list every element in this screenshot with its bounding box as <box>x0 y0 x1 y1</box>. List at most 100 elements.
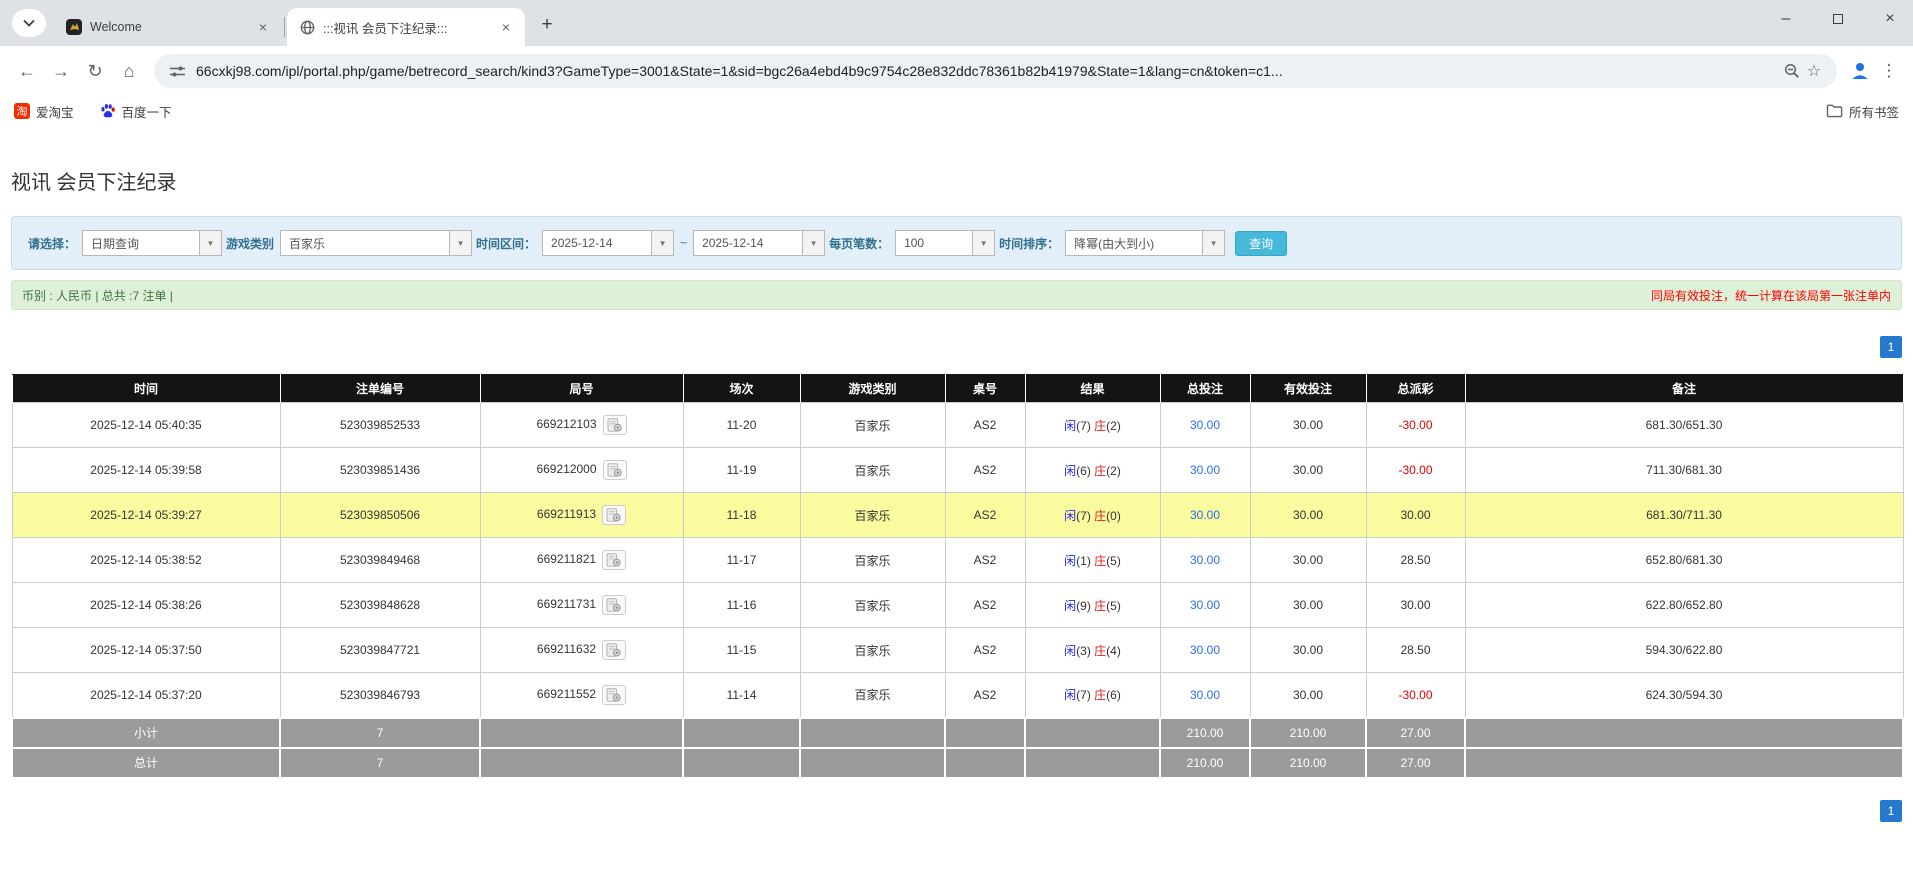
bet-amount-link[interactable]: 30.00 <box>1190 598 1220 612</box>
tab-close-icon[interactable]: × <box>254 18 272 36</box>
result-player-label: 闲 <box>1064 463 1077 478</box>
cell-total-bet: 30.00 <box>1159 402 1251 448</box>
video-record-icon[interactable] <box>602 684 627 705</box>
tab-search-button[interactable] <box>12 9 46 37</box>
page-size-select[interactable]: 100 ▼ <box>895 230 996 256</box>
bookmark-baidu[interactable]: 百度一下 <box>100 102 172 121</box>
result-banker-label: 庄 <box>1094 688 1107 703</box>
result-player-label: 闲 <box>1064 508 1077 523</box>
cell-game-type: 百家乐 <box>799 537 946 583</box>
cell-round-id <box>479 746 684 779</box>
video-record-icon[interactable] <box>602 505 627 525</box>
cell-result <box>1024 746 1161 779</box>
round-id-text: 669211821 <box>536 552 597 567</box>
cell-session: 11-18 <box>682 492 801 538</box>
bookmark-aitaobao[interactable]: 淘 爱淘宝 <box>14 102 74 121</box>
bet-amount-link[interactable]: 30.00 <box>1190 463 1220 477</box>
cell-remark: 711.30/681.30 <box>1464 447 1904 493</box>
sort-label: 时间排序： <box>999 236 1060 251</box>
video-record-icon[interactable] <box>602 550 627 570</box>
summary-label: 小计 <box>11 716 281 749</box>
cell-session: 11-14 <box>682 672 801 718</box>
bet-amount-link[interactable]: 30.00 <box>1190 508 1220 522</box>
sort-select[interactable]: 降幂(由大到小) ▼ <box>1065 230 1226 256</box>
zoom-icon[interactable] <box>1781 60 1803 82</box>
home-button[interactable]: ⌂ <box>112 54 146 88</box>
cell-valid-bet: 30.00 <box>1249 582 1367 628</box>
site-settings-icon[interactable] <box>166 60 188 82</box>
chevron-down-icon: ▼ <box>802 231 825 255</box>
summary-valid-bet: 210.00 <box>1249 716 1367 749</box>
query-mode-select[interactable]: 日期查询 ▼ <box>82 230 223 256</box>
video-record-icon[interactable] <box>602 415 627 435</box>
chevron-down-icon: ▼ <box>651 231 674 255</box>
page-number-button[interactable]: 1 <box>1880 799 1902 822</box>
result-banker-value: (5) <box>1106 598 1121 613</box>
close-button[interactable]: × <box>1875 4 1905 34</box>
page-number-button[interactable]: 1 <box>1880 336 1902 358</box>
cell-session: 11-17 <box>682 537 801 583</box>
date-to-input[interactable]: 2025-12-14 ▼ <box>693 230 826 256</box>
video-record-icon[interactable] <box>602 595 627 615</box>
video-record-icon[interactable] <box>602 640 627 660</box>
summary-row: 总计 7 210.00 210.00 27.00 <box>11 746 1904 779</box>
query-button[interactable]: 查询 <box>1235 230 1288 256</box>
browser-menu-icon[interactable]: ⋮ <box>1875 57 1903 85</box>
result-player-label: 闲 <box>1064 418 1077 433</box>
video-record-icon[interactable] <box>602 460 627 480</box>
cell-game-type: 百家乐 <box>799 582 946 628</box>
result-banker-value: (2) <box>1106 418 1121 433</box>
cell-table-no: AS2 <box>944 582 1026 628</box>
new-tab-button[interactable]: + <box>533 11 561 39</box>
result-player-label: 闲 <box>1064 553 1077 568</box>
cell-time: 2025-12-14 05:38:52 <box>11 537 281 583</box>
round-id-text: 669212103 <box>536 417 597 432</box>
cell-remark: 594.30/622.80 <box>1464 627 1904 673</box>
forward-button[interactable]: → <box>44 54 78 88</box>
cell-game-type <box>799 746 946 779</box>
url-text: 66cxkj98.com/ipl/portal.php/game/betreco… <box>196 63 1283 79</box>
cell-game-type: 百家乐 <box>799 402 946 448</box>
cell-round-id: 669211632 <box>479 627 684 673</box>
chevron-down-icon: ▼ <box>972 231 995 255</box>
tab-title: Welcome <box>90 20 142 34</box>
table-row: 2025-12-14 05:38:26 523039848628 669211731… <box>11 582 1904 628</box>
back-button[interactable]: ← <box>10 54 44 88</box>
date-from-input[interactable]: 2025-12-14 ▼ <box>542 230 675 256</box>
currency-summary-text: 币别 : 人民币 | 总共 :7 注单 | <box>22 288 173 303</box>
round-id-text: 669211552 <box>536 686 597 701</box>
all-bookmarks-button[interactable]: 所有书签 <box>1826 102 1899 121</box>
cell-remark: 681.30/711.30 <box>1464 492 1904 538</box>
round-id-text: 669211731 <box>536 597 597 612</box>
bookmarks-bar: 淘 爱淘宝 百度一下 所有书签 <box>0 96 1913 126</box>
cell-result: 闲(6) 庄(2) <box>1024 447 1161 493</box>
window-controls: – × <box>1771 0 1905 38</box>
reload-button[interactable]: ↻ <box>78 54 112 88</box>
result-banker-label: 庄 <box>1094 463 1107 478</box>
bet-amount-link[interactable]: 30.00 <box>1190 418 1220 432</box>
result-player-value: (3) <box>1076 643 1095 658</box>
profile-avatar-icon[interactable] <box>1845 56 1875 86</box>
cell-table-no: AS2 <box>944 537 1026 583</box>
cell-round-id: 669211821 <box>479 537 684 583</box>
result-banker-value: (2) <box>1106 463 1121 478</box>
column-header: 总投注 <box>1159 374 1251 403</box>
globe-icon <box>299 19 315 35</box>
minimize-button[interactable]: – <box>1771 4 1801 34</box>
cell-bet-id: 523039849468 <box>279 537 481 583</box>
round-id-text: 669212000 <box>536 462 597 477</box>
tab-betrecord[interactable]: :::视讯 会员下注纪录::: × <box>287 8 525 46</box>
bet-amount-link[interactable]: 30.00 <box>1190 553 1220 567</box>
game-type-select[interactable]: 百家乐 ▼ <box>280 230 473 256</box>
maximize-button[interactable] <box>1823 4 1853 34</box>
page-size-label: 每页笔数： <box>829 236 890 251</box>
bet-amount-link[interactable]: 30.00 <box>1190 688 1220 702</box>
tab-close-icon[interactable]: × <box>497 18 515 36</box>
cell-valid-bet: 30.00 <box>1249 672 1367 718</box>
bet-amount-link[interactable]: 30.00 <box>1190 643 1220 657</box>
bookmark-star-icon[interactable]: ☆ <box>1803 60 1825 82</box>
cell-remark: 652.80/681.30 <box>1464 537 1904 583</box>
tab-welcome[interactable]: Welcome × <box>54 8 282 46</box>
result-player-value: (7) <box>1076 418 1095 433</box>
url-bar[interactable]: 66cxkj98.com/ipl/portal.php/game/betreco… <box>154 54 1837 88</box>
